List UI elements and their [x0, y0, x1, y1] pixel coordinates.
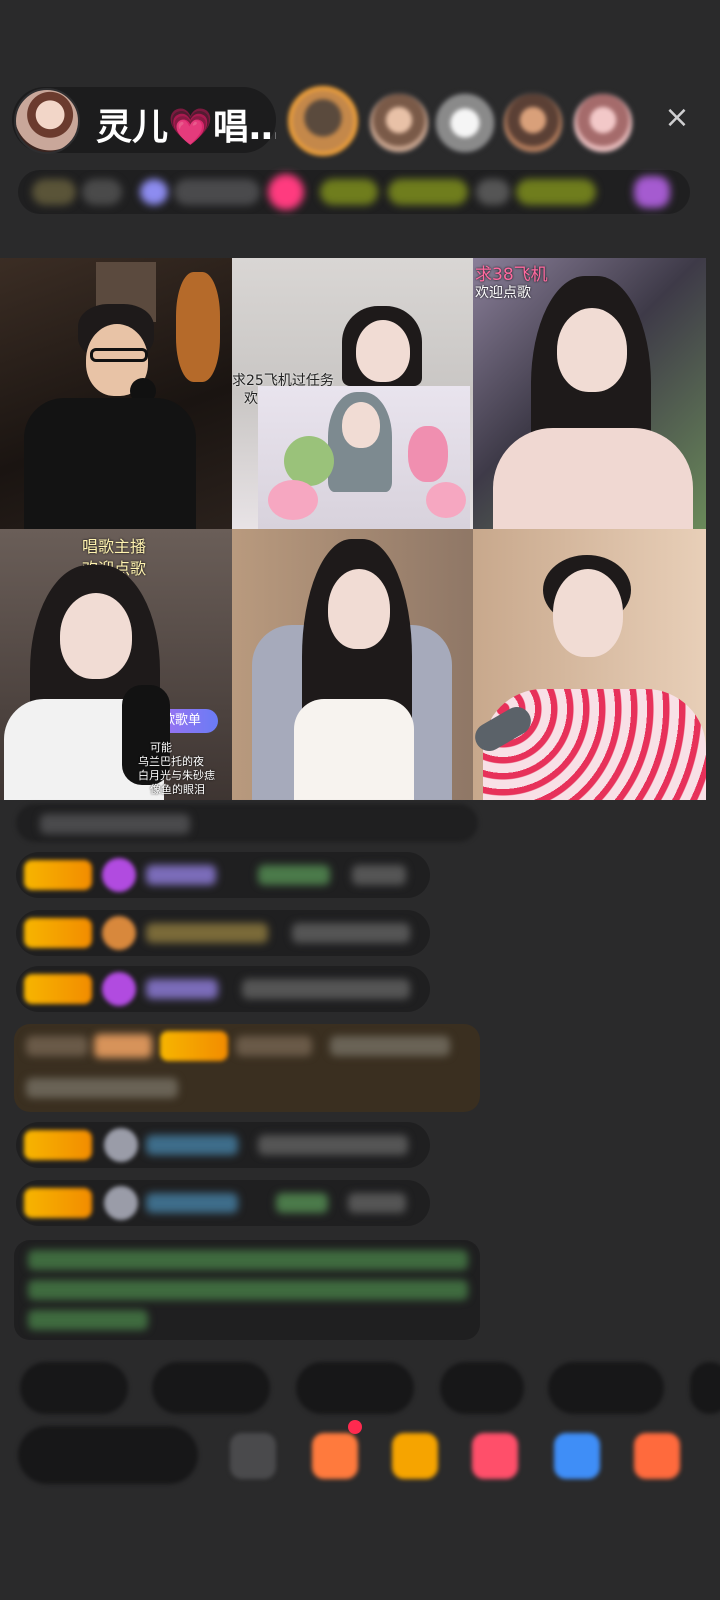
- chat-mention: [258, 865, 330, 885]
- level-badge: [24, 1130, 92, 1160]
- chat-mention: [276, 1193, 328, 1213]
- user-avatar: [102, 916, 136, 950]
- shop-icon[interactable]: [312, 1433, 358, 1479]
- chat-text: [352, 865, 406, 885]
- tile3-caption-2: 欢迎点歌: [475, 285, 531, 301]
- vip-tag: [26, 1036, 88, 1056]
- chat-text: [292, 923, 410, 943]
- chat-user: [146, 1135, 238, 1155]
- notification-dot: [348, 1420, 362, 1434]
- face: [356, 320, 410, 382]
- rank-text: [82, 179, 122, 205]
- share-icon[interactable]: [554, 1433, 600, 1479]
- system-text-1: [28, 1250, 468, 1270]
- plush-toy-2: [408, 426, 448, 482]
- glasses: [90, 348, 148, 362]
- chat-text-0: [40, 814, 190, 834]
- host-avatar[interactable]: [14, 88, 80, 154]
- video-tile-4[interactable]: 唱歌主播 欢迎点歌 唱歌歌单 可能 乌兰巴托的夜 白月光与朱砂痣 像鱼的眼泪: [0, 529, 232, 800]
- system-text-2: [28, 1280, 468, 1300]
- chat-text: [242, 979, 410, 999]
- level-badge: [24, 1188, 92, 1218]
- quick-chip-5[interactable]: [548, 1362, 664, 1414]
- vip-user: [236, 1036, 312, 1056]
- chat-text: [348, 1193, 406, 1213]
- system-text-3: [28, 1310, 148, 1330]
- user-avatar: [104, 1186, 138, 1220]
- tile4-caption: 唱歌主播: [82, 537, 147, 556]
- level-badge: [24, 918, 92, 948]
- viewer-avatar-5[interactable]: [572, 92, 634, 154]
- video-grid: 求25飞机过任务 欢 求38飞机 欢迎点歌 唱歌主播 欢迎点歌 唱歌歌单 可能 …: [0, 258, 706, 800]
- hot-icon: [140, 179, 168, 205]
- level-badge: [24, 974, 92, 1004]
- viewer-avatar-4[interactable]: [502, 92, 564, 154]
- video-tile-5[interactable]: [232, 529, 473, 800]
- dress: [294, 699, 414, 800]
- rank-badge[interactable]: [32, 179, 76, 205]
- quick-chip-6[interactable]: [690, 1362, 720, 1414]
- flower-deco-2: [426, 482, 466, 518]
- guitar: [176, 272, 220, 382]
- chat-user: [146, 979, 218, 999]
- close-icon[interactable]: ×: [662, 103, 692, 133]
- vip-text-2: [26, 1078, 178, 1098]
- gift-box-icon[interactable]: [392, 1433, 438, 1479]
- face: [557, 308, 627, 392]
- user-avatar: [104, 1128, 138, 1162]
- tshirt: [24, 398, 196, 529]
- video-tile-1[interactable]: [0, 258, 232, 529]
- tag-3[interactable]: [476, 179, 510, 205]
- vip-badge: [94, 1034, 152, 1058]
- level-badge: [160, 1031, 228, 1061]
- viewer-avatar-1[interactable]: [288, 86, 358, 156]
- gem-icon: [102, 972, 136, 1006]
- inset-video: [258, 386, 470, 529]
- chat-user: [146, 1193, 238, 1213]
- inset-face: [342, 402, 380, 448]
- quick-chip-1[interactable]: [20, 1362, 128, 1414]
- more-icon[interactable]: [634, 1433, 680, 1479]
- video-tile-2[interactable]: 求25飞机过任务 欢: [232, 258, 473, 529]
- quick-chip-3[interactable]: [296, 1362, 414, 1414]
- quick-chip-2[interactable]: [152, 1362, 270, 1414]
- video-tile-3[interactable]: 求38飞机 欢迎点歌: [473, 258, 706, 529]
- chat-text: [258, 1135, 408, 1155]
- tag-2[interactable]: [388, 179, 468, 205]
- viewer-avatar-3[interactable]: [434, 92, 496, 154]
- heart-icon[interactable]: [472, 1433, 518, 1479]
- chat-user: [146, 865, 216, 885]
- plush-toy-1: [284, 436, 334, 486]
- quick-chip-4[interactable]: [440, 1362, 524, 1414]
- hot-text: [174, 179, 260, 205]
- face: [328, 569, 390, 649]
- face: [60, 593, 132, 679]
- comment-input[interactable]: [18, 1426, 198, 1484]
- viewer-avatar-2[interactable]: [368, 92, 430, 154]
- pink-badge[interactable]: [268, 174, 304, 210]
- shoulders: [493, 428, 693, 529]
- host-name: 灵儿💗唱…: [96, 107, 276, 148]
- gem-icon: [102, 858, 136, 892]
- video-tile-6[interactable]: [473, 529, 706, 800]
- tag-1[interactable]: [320, 179, 378, 205]
- face: [553, 569, 623, 657]
- level-badge: [24, 860, 92, 890]
- vip-text: [330, 1036, 450, 1056]
- tag-4[interactable]: [516, 179, 596, 205]
- flower-deco: [268, 480, 318, 520]
- tile2-caption-2: 欢: [244, 391, 258, 407]
- emoji-icon[interactable]: [230, 1433, 276, 1479]
- gift-icon[interactable]: [634, 176, 670, 208]
- chat-user: [146, 923, 268, 943]
- song-4: 像鱼的眼泪: [150, 783, 205, 796]
